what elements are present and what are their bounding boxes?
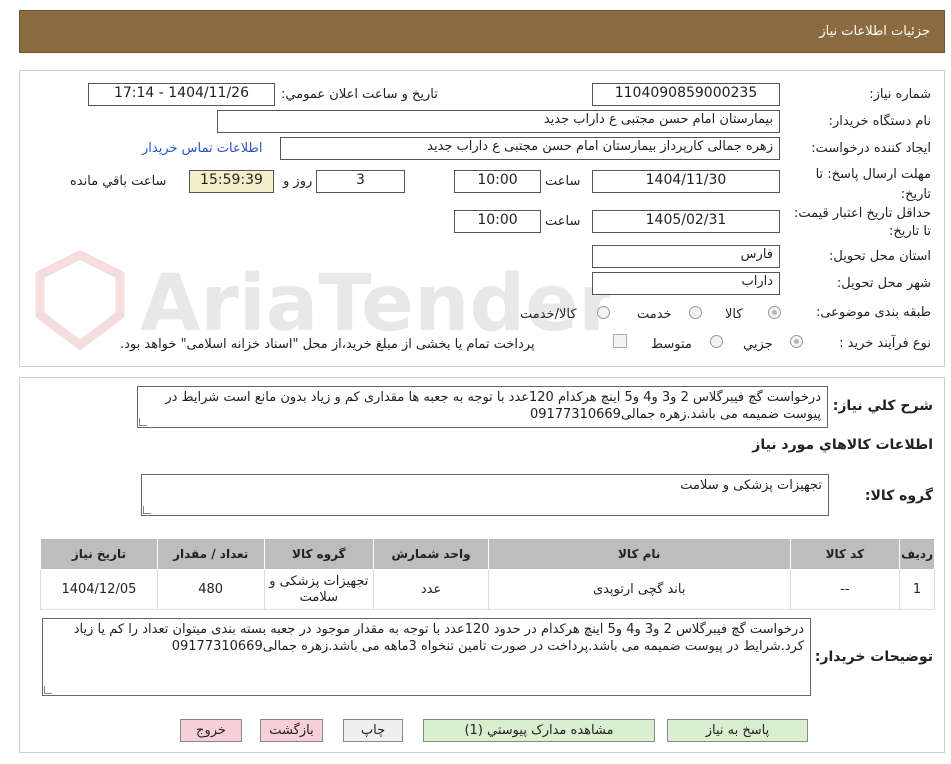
province-label: استان محل تحويل: bbox=[829, 249, 931, 264]
cell-unit: عدد bbox=[373, 569, 489, 610]
items-table: رديف کد کالا نام کالا واحد شمارش گروه کا… bbox=[40, 538, 935, 610]
deadline-label: مهلت ارسال پاسخ: تا تاریخ: bbox=[815, 167, 931, 202]
cell-date: 1404/12/05 bbox=[40, 569, 158, 610]
category-radio-goods-service[interactable] bbox=[597, 306, 610, 319]
buyer-org-field: بیمارستان امام حسن مجتبی ع داراب جدید bbox=[217, 110, 780, 133]
purchase-radio-minor[interactable] bbox=[790, 335, 803, 348]
summary-text: درخواست گچ فیبرگلاس 2 و3 و4 و5 اینچ هرکد… bbox=[165, 390, 821, 422]
page-title: جزئیات اطلاعات نیاز bbox=[819, 24, 930, 39]
col-header-unit: واحد شمارش bbox=[373, 538, 489, 570]
exit-button[interactable]: خروج bbox=[180, 719, 242, 742]
remaining-time-field: 15:59:39 bbox=[189, 170, 274, 193]
summary-label: شرح کلي نياز: bbox=[832, 398, 933, 414]
purchase-radio-medium[interactable] bbox=[710, 335, 723, 348]
category-label: طبقه بندی موضوعی: bbox=[815, 305, 931, 320]
purchase-type-label: نوع فرآيند خريد : bbox=[839, 336, 931, 351]
category-option-goods: کالا bbox=[725, 307, 743, 322]
deadline-time-label: ساعت bbox=[545, 174, 581, 189]
creator-label: ايجاد كننده درخواست: bbox=[811, 141, 931, 156]
deadline-time-field: 10:00 bbox=[454, 170, 541, 193]
cell-name: باند گچی ارتوپدی bbox=[487, 569, 791, 610]
page-header: جزئیات اطلاعات نیاز bbox=[19, 10, 945, 53]
resize-grip-icon[interactable] bbox=[44, 686, 52, 694]
creator-field: زهره جمالی کارپرداز بیمارستان امام حسن م… bbox=[280, 137, 780, 160]
category-radio-goods[interactable] bbox=[768, 306, 781, 319]
col-header-group: گروه کالا bbox=[263, 538, 375, 570]
goods-section-title: اطلاعات کالاهاي مورد نياز bbox=[752, 437, 933, 453]
attachments-button[interactable]: مشاهده مدارک پیوستي (1) bbox=[423, 719, 655, 742]
buyer-org-label: نام دستگاه خريدار: bbox=[828, 114, 931, 129]
announce-field: 1404/11/26 - 17:14 bbox=[88, 83, 275, 106]
col-header-qty: تعداد / مقدار bbox=[156, 538, 265, 570]
need-number-field: 1104090859000235 bbox=[592, 83, 780, 106]
remaining-label: ساعت باقي مانده bbox=[70, 174, 167, 189]
cell-qty: 480 bbox=[156, 569, 265, 610]
goods-group-label: گروه کالا: bbox=[864, 488, 933, 504]
validity-date-field: 1405/02/31 bbox=[592, 210, 780, 233]
category-radio-service[interactable] bbox=[689, 306, 702, 319]
resize-grip-icon[interactable] bbox=[139, 418, 147, 426]
table-header-row: رديف کد کالا نام کالا واحد شمارش گروه کا… bbox=[40, 538, 935, 570]
goods-group-text: تجهیزات پزشکی و سلامت bbox=[680, 478, 822, 493]
announce-label: تاریخ و ساعت اعلان عمومي: bbox=[281, 87, 438, 102]
need-number-label: شماره نیاز: bbox=[869, 87, 931, 102]
days-label: روز و bbox=[283, 174, 313, 189]
col-header-name: نام کالا bbox=[487, 538, 791, 570]
buyer-notes-text: درخواست گچ فیبرگلاس 2 و3 و4 و5 اینچ هرکد… bbox=[73, 622, 804, 654]
category-option-goods-service: کالا/خدمت bbox=[520, 307, 577, 322]
col-header-row-no: رديف bbox=[899, 538, 935, 570]
validity-time-label: ساعت bbox=[545, 214, 581, 229]
city-field: داراب bbox=[592, 272, 780, 295]
purchase-option-minor: جزيي bbox=[743, 337, 773, 352]
treasury-checkbox[interactable] bbox=[613, 334, 627, 348]
buyer-notes-textarea[interactable]: درخواست گچ فیبرگلاس 2 و3 و4 و5 اینچ هرکد… bbox=[42, 618, 811, 696]
cell-group: تجهیزات پزشکی و سلامت bbox=[263, 569, 375, 610]
cell-code: -- bbox=[789, 569, 901, 610]
category-option-service: خدمت bbox=[637, 307, 672, 322]
col-header-date: تاريخ نياز bbox=[40, 538, 158, 570]
reply-button[interactable]: پاسخ به نیاز bbox=[667, 719, 808, 742]
deadline-date-field: 1404/11/30 bbox=[592, 170, 780, 193]
watermark-text: AriaTender.neT bbox=[140, 259, 610, 349]
buyer-contact-link[interactable]: اطلاعات تماس خريدار bbox=[142, 141, 262, 156]
col-header-code: کد کالا bbox=[789, 538, 901, 570]
province-field: فارس bbox=[592, 245, 780, 268]
purchase-option-medium: متوسط bbox=[651, 337, 692, 352]
buyer-notes-label: توضيحات خريدار: bbox=[814, 649, 933, 665]
validity-time-field: 10:00 bbox=[454, 210, 541, 233]
table-row: 1 -- باند گچی ارتوپدی عدد تجهیزات پزشکی … bbox=[40, 569, 935, 610]
goods-group-textarea[interactable]: تجهیزات پزشکی و سلامت bbox=[141, 474, 829, 516]
resize-grip-icon[interactable] bbox=[143, 506, 151, 514]
cell-row-no: 1 bbox=[899, 569, 935, 610]
city-label: شهر محل تحويل: bbox=[836, 276, 931, 291]
validity-label: حداقل تاریخ اعتبار قیمت: تا تاریخ: bbox=[793, 206, 931, 239]
print-button[interactable]: چاپ bbox=[343, 719, 403, 742]
purchase-note: پرداخت تمام یا بخشی از مبلغ خرید،از محل … bbox=[120, 337, 535, 352]
back-button[interactable]: بازگشت bbox=[260, 719, 323, 742]
days-field: 3 bbox=[316, 170, 405, 193]
summary-textarea[interactable]: درخواست گچ فیبرگلاس 2 و3 و4 و5 اینچ هرکد… bbox=[137, 386, 828, 428]
